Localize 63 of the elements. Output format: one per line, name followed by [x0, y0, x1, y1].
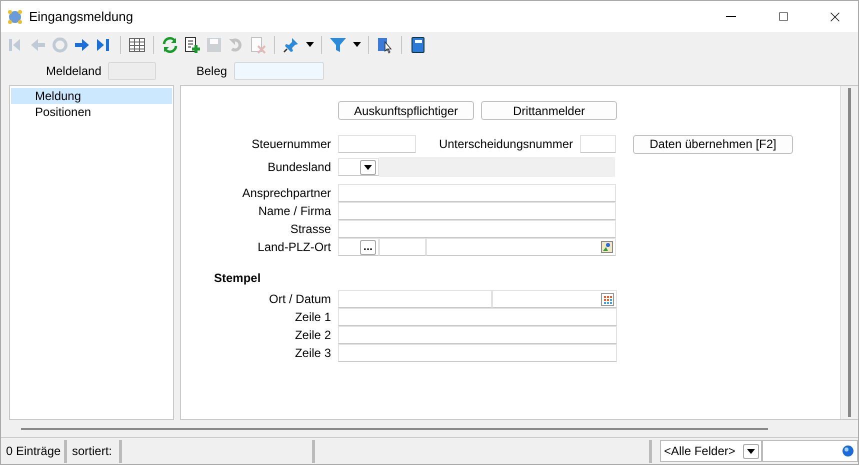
minimize-icon	[726, 16, 736, 17]
window-title: Eingangsmeldung	[29, 9, 134, 24]
combo-field[interactable]	[108, 62, 156, 80]
field-label: Strasse	[289, 222, 332, 236]
input-field[interactable]	[338, 344, 617, 362]
search-field[interactable]	[762, 440, 858, 462]
picker-button[interactable]: ...	[360, 240, 376, 254]
filter-icon	[329, 36, 347, 54]
pin-icon	[282, 36, 300, 54]
country-field[interactable]: ...	[338, 238, 379, 256]
delete-icon	[249, 36, 267, 54]
caret-icon	[353, 42, 361, 47]
field-label: Meldeland	[46, 64, 102, 78]
search-orb-icon[interactable]	[842, 445, 854, 457]
zip-field[interactable]	[379, 238, 426, 256]
field-label: Bundesland	[266, 160, 332, 174]
input-field[interactable]	[338, 202, 616, 220]
form-button[interactable]: Drittanmelder	[481, 101, 617, 120]
input-field[interactable]	[338, 184, 616, 202]
maximize-icon	[778, 11, 788, 22]
input-field[interactable]	[580, 135, 616, 153]
sidebar-item[interactable]: Meldung	[11, 88, 172, 104]
field-label: Steuernummer	[250, 137, 332, 151]
input-field[interactable]	[338, 220, 616, 238]
caret-icon	[747, 449, 755, 454]
table-icon	[128, 36, 146, 54]
new-document-icon	[183, 36, 201, 54]
field-label: Name / Firma	[257, 204, 332, 218]
field-label: Zeile 2	[294, 328, 332, 342]
export-icon	[376, 36, 394, 54]
apply-button[interactable]: Daten übernehmen [F2]	[633, 134, 793, 154]
caret-icon	[306, 42, 314, 47]
field-label: Land-PLZ-Ort	[256, 240, 332, 254]
input-field[interactable]	[338, 290, 492, 308]
input-field[interactable]	[338, 326, 617, 344]
input-field[interactable]	[234, 62, 324, 80]
dropdown-field[interactable]	[338, 158, 379, 176]
field-filter-combo[interactable]: <Alle Felder>	[660, 440, 762, 462]
form-button[interactable]: Auskunftspflichtiger	[338, 101, 474, 120]
field-label: Beleg	[196, 64, 228, 78]
scrollbar[interactable]	[840, 86, 858, 419]
record-count: 0 Einträge	[1, 440, 67, 462]
field-label: Unterscheidungsnummer	[438, 137, 574, 151]
section-heading: Stempel	[214, 271, 261, 285]
field-label: Zeile 3	[294, 346, 332, 360]
sort-status: sortiert:	[67, 440, 122, 462]
caret-icon	[364, 165, 372, 170]
save-icon	[205, 36, 223, 54]
calendar-icon[interactable]	[601, 292, 614, 306]
dropdown-button[interactable]	[743, 444, 759, 458]
input-field[interactable]	[338, 308, 617, 326]
sidebar-item[interactable]: Positionen	[11, 104, 172, 120]
field-label: Ansprechpartner	[241, 186, 332, 200]
dropdown-button[interactable]	[360, 160, 376, 174]
book-icon	[409, 36, 427, 54]
city-field[interactable]	[426, 238, 616, 256]
input-field[interactable]	[338, 135, 416, 153]
app-icon	[7, 8, 23, 24]
refresh-icon	[161, 36, 179, 54]
field-label: Ort / Datum	[268, 292, 332, 306]
field-label: Zeile 1	[294, 310, 332, 324]
map-icon[interactable]	[601, 241, 613, 253]
date-field[interactable]	[492, 290, 617, 308]
